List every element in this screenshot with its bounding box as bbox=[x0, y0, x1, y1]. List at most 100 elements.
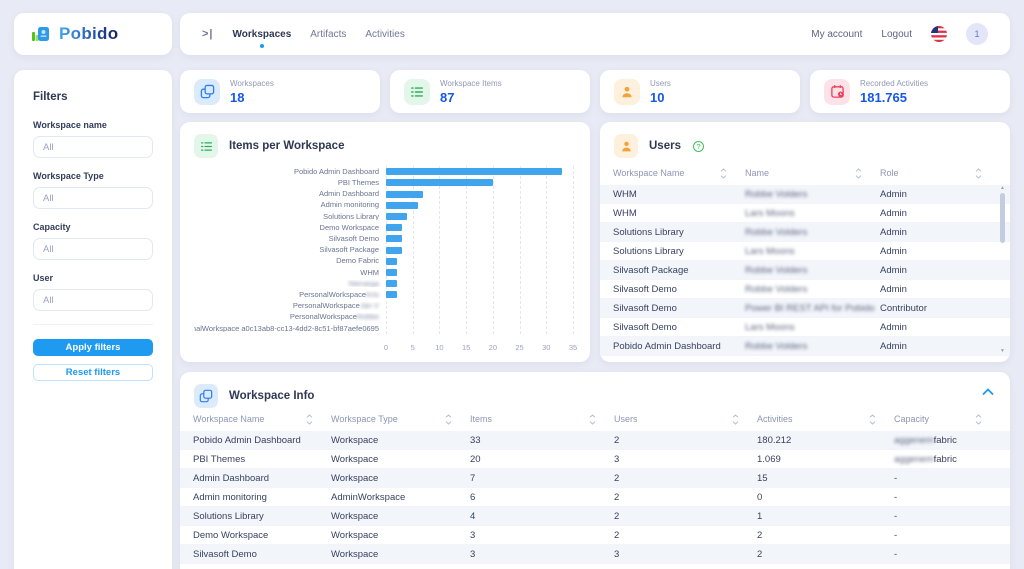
sidebar-collapse-icon[interactable]: >| bbox=[202, 28, 214, 40]
apply-filters-button[interactable]: Apply filters bbox=[33, 339, 153, 356]
table-row[interactable]: Silvasoft PackageRobbe VoldersAdmin bbox=[600, 261, 1010, 280]
column-label: Items bbox=[470, 414, 492, 424]
bar[interactable] bbox=[386, 191, 423, 198]
items-cell: 3 bbox=[470, 549, 614, 560]
users-scrollbar[interactable]: ▲ ▼ bbox=[998, 185, 1007, 354]
workspace-name-cell: WHM bbox=[600, 208, 745, 219]
activities-cell: 0 bbox=[757, 492, 894, 503]
category-label: Demo Workspace bbox=[194, 224, 386, 232]
scrollbar-thumb[interactable] bbox=[1000, 193, 1005, 243]
table-row[interactable]: Solutions LibraryLars MoonsAdmin bbox=[600, 242, 1010, 261]
table-row[interactable]: Solutions LibraryRobbe VoldersAdmin bbox=[600, 223, 1010, 242]
table-row[interactable]: Silvasoft DemoRobbe VoldersAdmin bbox=[600, 280, 1010, 299]
capacity-select[interactable]: All bbox=[33, 238, 153, 260]
type-cell: Workspace bbox=[331, 435, 470, 446]
stat-label: Workspace Items bbox=[440, 79, 502, 88]
nav-label: Artifacts bbox=[310, 29, 346, 40]
user-icon bbox=[614, 134, 638, 158]
column-header-activities[interactable]: Activities bbox=[757, 414, 894, 425]
column-label: Workspace Name bbox=[193, 414, 264, 424]
column-header-workspace-name[interactable]: Workspace Name bbox=[180, 414, 331, 425]
logout-link[interactable]: Logout bbox=[881, 29, 912, 40]
bar[interactable] bbox=[386, 258, 397, 265]
type-cell: Workspace bbox=[331, 530, 470, 541]
stat-value: 18 bbox=[230, 90, 274, 105]
info-table-body: Pobido Admin DashboardWorkspace332180.21… bbox=[180, 431, 1010, 569]
bar[interactable] bbox=[386, 280, 397, 287]
category-label: Admin Dashboard bbox=[194, 190, 386, 198]
bar-chart: Pobido Admin Dashboard PBI Themes Admin Da… bbox=[194, 166, 573, 352]
user-name-cell: Lars Moons bbox=[745, 208, 880, 219]
table-row[interactable]: Admin DashboardWorkspace7215- bbox=[180, 469, 1010, 488]
user-name-cell: Robbe Volders bbox=[745, 341, 880, 352]
reset-filters-button[interactable]: Reset filters bbox=[33, 364, 153, 381]
user-name-cell: Lars Moons bbox=[745, 246, 880, 257]
nav-item-artifacts[interactable]: Artifacts bbox=[310, 29, 346, 40]
user-select[interactable]: All bbox=[33, 289, 153, 311]
column-header-items[interactable]: Items bbox=[470, 414, 614, 425]
column-header-users[interactable]: Users bbox=[614, 414, 757, 425]
users-cell: 2 bbox=[614, 435, 757, 446]
user-avatar[interactable]: 1 bbox=[966, 23, 988, 45]
logo-icon bbox=[31, 24, 51, 44]
collapse-panel-button[interactable] bbox=[982, 388, 994, 396]
sort-icon bbox=[306, 414, 313, 425]
table-row[interactable]: Demo WorkspaceWorkspace322- bbox=[180, 526, 1010, 545]
column-header-workspace-name[interactable]: Workspace Name bbox=[600, 168, 745, 179]
category-label-text: Demo Fabric bbox=[336, 257, 379, 265]
bar[interactable] bbox=[386, 235, 402, 242]
bar[interactable] bbox=[386, 202, 418, 209]
capacity-value: - bbox=[894, 549, 897, 560]
table-row[interactable]: Silvasoft PackageWorkspace312- bbox=[180, 564, 1010, 569]
x-tick-label: 0 bbox=[384, 343, 388, 352]
column-label: Workspace Name bbox=[613, 168, 684, 178]
category-label-redacted: Jan V bbox=[360, 302, 379, 310]
users-cell: 2 bbox=[614, 473, 757, 484]
bar[interactable] bbox=[386, 179, 493, 186]
table-row[interactable]: PBI ThemesWorkspace2031.069aggenemfabric bbox=[180, 450, 1010, 469]
sort-icon bbox=[975, 168, 982, 179]
column-header-role[interactable]: Role bbox=[880, 168, 1000, 179]
language-flag-icon[interactable] bbox=[931, 26, 947, 42]
column-header-capacity[interactable]: Capacity bbox=[894, 414, 1000, 425]
table-row[interactable]: Silvasoft DemoLars MoonsAdmin bbox=[600, 318, 1010, 337]
capacity-cell: - bbox=[894, 473, 1010, 484]
items-cell: 20 bbox=[470, 454, 614, 465]
nav-item-activities[interactable]: Activities bbox=[365, 29, 404, 40]
bar-track bbox=[386, 235, 573, 242]
workspace-type-select[interactable]: All bbox=[33, 187, 153, 209]
capacity-cell: - bbox=[894, 492, 1010, 503]
table-row[interactable]: Silvasoft DemoWorkspace332- bbox=[180, 545, 1010, 564]
nav-label: Activities bbox=[365, 29, 404, 40]
table-row[interactable]: WHMRobbe VoldersAdmin bbox=[600, 185, 1010, 204]
category-label-text: PBI Themes bbox=[338, 179, 379, 187]
table-row[interactable]: Solutions LibraryWorkspace421- bbox=[180, 507, 1010, 526]
category-label-text: Demo Workspace bbox=[320, 224, 379, 232]
bar[interactable] bbox=[386, 269, 397, 276]
bar[interactable] bbox=[386, 168, 562, 175]
scroll-down-icon[interactable]: ▼ bbox=[998, 348, 1007, 354]
help-icon[interactable]: ? bbox=[693, 141, 704, 152]
table-row[interactable]: Silvasoft DemoPower BI REST API for Pobi… bbox=[600, 299, 1010, 318]
x-tick-label: 35 bbox=[569, 343, 577, 352]
column-header-workspace-type[interactable]: Workspace Type bbox=[331, 414, 470, 425]
category-label: Pobido Admin Dashboard bbox=[194, 168, 386, 176]
chart-row: Solutions Library bbox=[194, 211, 573, 222]
category-label-text: PersonalWorkspace bbox=[299, 291, 366, 299]
table-row[interactable]: Admin monitoringAdminWorkspace620- bbox=[180, 488, 1010, 507]
scroll-up-icon[interactable]: ▲ bbox=[998, 185, 1007, 191]
logo[interactable]: Pobido bbox=[14, 13, 172, 55]
workspace-info-panel: Workspace Info Workspace NameWorkspace T… bbox=[180, 372, 1010, 569]
workspace-name-select[interactable]: All bbox=[33, 136, 153, 158]
bar[interactable] bbox=[386, 224, 402, 231]
bar[interactable] bbox=[386, 213, 407, 220]
my-account-link[interactable]: My account bbox=[811, 29, 862, 40]
table-row[interactable]: WHMLars MoonsAdmin bbox=[600, 204, 1010, 223]
table-row[interactable]: Pobido Admin DashboardWorkspace332180.21… bbox=[180, 431, 1010, 450]
column-header-name[interactable]: Name bbox=[745, 168, 880, 179]
bar[interactable] bbox=[386, 291, 397, 298]
bar[interactable] bbox=[386, 247, 402, 254]
column-label: Activities bbox=[757, 414, 793, 424]
nav-item-workspaces[interactable]: Workspaces bbox=[233, 29, 292, 40]
table-row[interactable]: Pobido Admin DashboardRobbe VoldersAdmin bbox=[600, 337, 1010, 356]
